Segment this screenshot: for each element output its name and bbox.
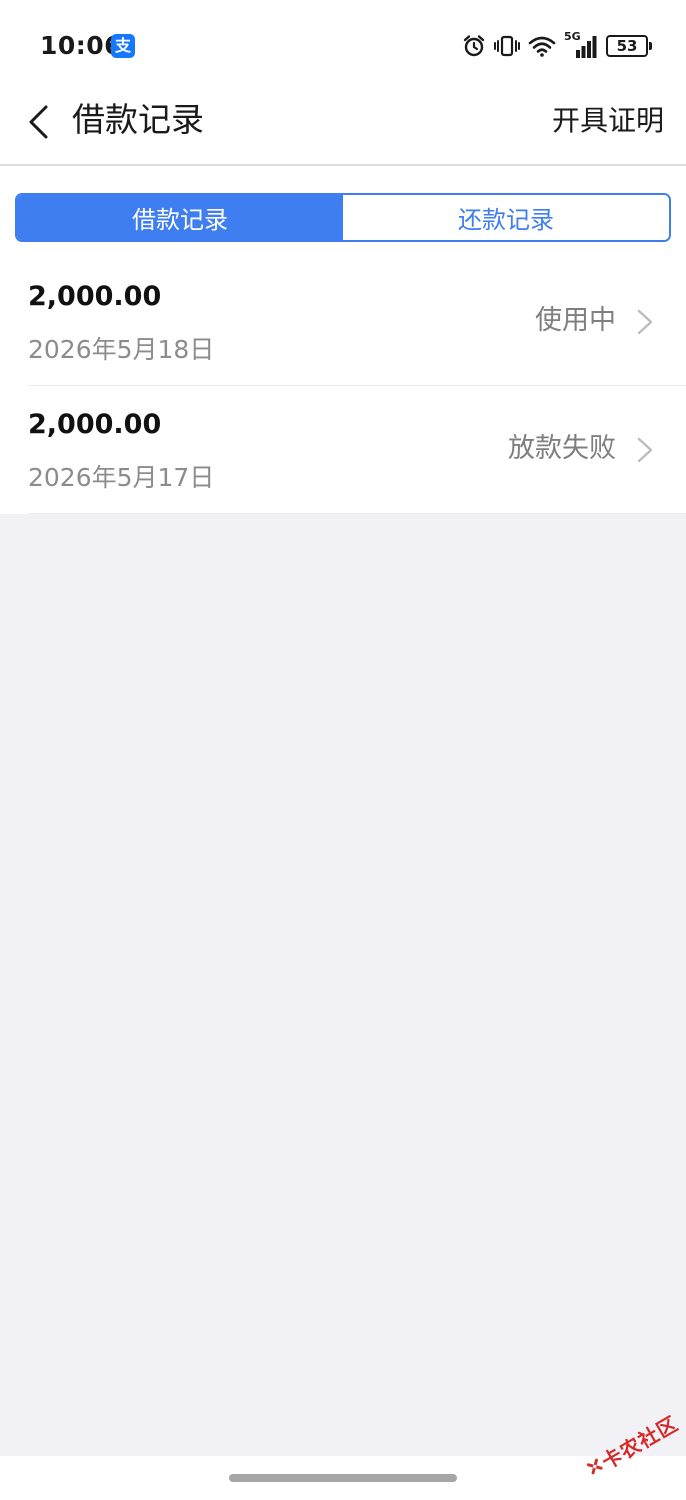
status-bar: 10:06 支 5G 53 — [0, 0, 686, 90]
cellular-signal-icon: 5G — [564, 30, 598, 59]
record-row[interactable]: 2,000.00 2026年5月17日 放款失败 — [28, 386, 686, 514]
alarm-icon — [463, 35, 485, 57]
status-time: 10:06 — [40, 31, 123, 60]
status-icons: 5G 53 — [462, 30, 652, 59]
wifi-icon — [528, 36, 556, 57]
alipay-app-icon: 支 — [111, 34, 135, 58]
record-date: 2026年5月17日 — [28, 463, 215, 492]
vibrate-icon — [494, 35, 520, 57]
record-amount: 2,000.00 — [28, 281, 162, 312]
back-button[interactable] — [18, 100, 58, 144]
record-tabs: 借款记录 还款记录 — [15, 193, 671, 242]
page-title: 借款记录 — [72, 100, 204, 139]
chevron-left-icon — [29, 105, 48, 139]
record-amount: 2,000.00 — [28, 409, 162, 440]
battery-level: 53 — [616, 37, 638, 55]
record-status: 使用中 — [535, 305, 616, 336]
issue-certificate-button[interactable]: 开具证明 — [552, 100, 664, 142]
chevron-right-icon — [637, 437, 653, 463]
home-indicator[interactable] — [229, 1474, 457, 1482]
bottom-navigation-bar — [0, 1456, 686, 1500]
tab-repayment-records[interactable]: 还款记录 — [343, 195, 669, 240]
nav-header: 借款记录 开具证明 — [0, 90, 686, 166]
record-row[interactable]: 2,000.00 2026年5月18日 使用中 — [28, 258, 686, 386]
record-status: 放款失败 — [508, 433, 616, 464]
chevron-right-icon — [637, 309, 653, 335]
tab-loan-records[interactable]: 借款记录 — [17, 195, 343, 240]
record-date: 2026年5月18日 — [28, 335, 215, 364]
content-card: 借款记录 还款记录 2,000.00 2026年5月18日 使用中 2,000.… — [0, 166, 686, 514]
battery-icon: 53 — [606, 35, 652, 57]
record-list: 2,000.00 2026年5月18日 使用中 2,000.00 2026年5月… — [0, 258, 686, 514]
